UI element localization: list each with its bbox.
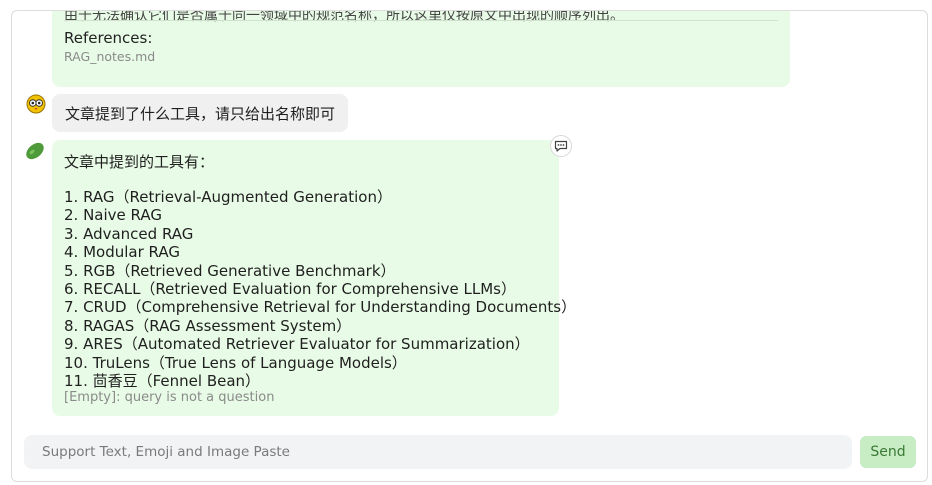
bot-message: 文章中提到的工具有： 1. RAG（Retrieval-Augmented Ge… <box>52 140 577 416</box>
list-item: 11. 茴香豆（Fennel Bean） <box>64 371 261 390</box>
list-item: 5. RGB（Retrieved Generative Benchmark） <box>64 261 396 280</box>
user-message: 文章提到了什么工具，请只给出名称即可 <box>52 94 349 132</box>
chat-history[interactable]: 由于无法确认它们是否属于同一领域中的规范名称，所以这里仅按原文中出现的顺序列出。… <box>12 11 927 426</box>
previous-bot-message: 由于无法确认它们是否属于同一领域中的规范名称，所以这里仅按原文中出现的顺序列出。… <box>52 11 790 87</box>
list-item: 7. CRUD（Comprehensive Retrieval for Unde… <box>64 298 577 317</box>
bot-message-lead: 文章中提到的工具有： <box>64 153 215 171</box>
bean-icon <box>24 140 44 160</box>
message-input[interactable] <box>24 435 852 469</box>
list-item: 8. RAGAS（RAG Assessment System） <box>64 316 352 335</box>
send-button[interactable]: Send <box>860 436 916 468</box>
list-item: 10. TruLens（True Lens of Language Models… <box>64 353 407 372</box>
divider <box>64 20 778 21</box>
list-item: 9. ARES（Automated Retriever Evaluator fo… <box>64 335 530 354</box>
list-item: 3. Advanced RAG <box>64 224 194 243</box>
list-item: 2. Naive RAG <box>64 206 162 225</box>
list-item: 6. RECALL（Retrieved Evaluation for Compr… <box>64 279 516 298</box>
reference-file: RAG_notes.md <box>64 49 156 64</box>
owl-face-icon <box>26 94 46 114</box>
tool-list: 1. RAG（Retrieval-Augmented Generation） 2… <box>64 188 577 390</box>
previous-message-text: 由于无法确认它们是否属于同一领域中的规范名称，所以这里仅按原文中出现的顺序列出。 <box>64 11 624 24</box>
references-label: References: <box>64 29 153 47</box>
chat-bubble-icon[interactable] <box>550 135 572 157</box>
empty-note: [Empty]: query is not a question <box>64 390 275 406</box>
user-message-text: 文章提到了什么工具，请只给出名称即可 <box>65 104 336 123</box>
list-item: 1. RAG（Retrieval-Augmented Generation） <box>64 188 392 206</box>
chat-window: 由于无法确认它们是否属于同一领域中的规范名称，所以这里仅按原文中出现的顺序列出。… <box>11 10 928 482</box>
list-item: 4. Modular RAG <box>64 243 180 262</box>
